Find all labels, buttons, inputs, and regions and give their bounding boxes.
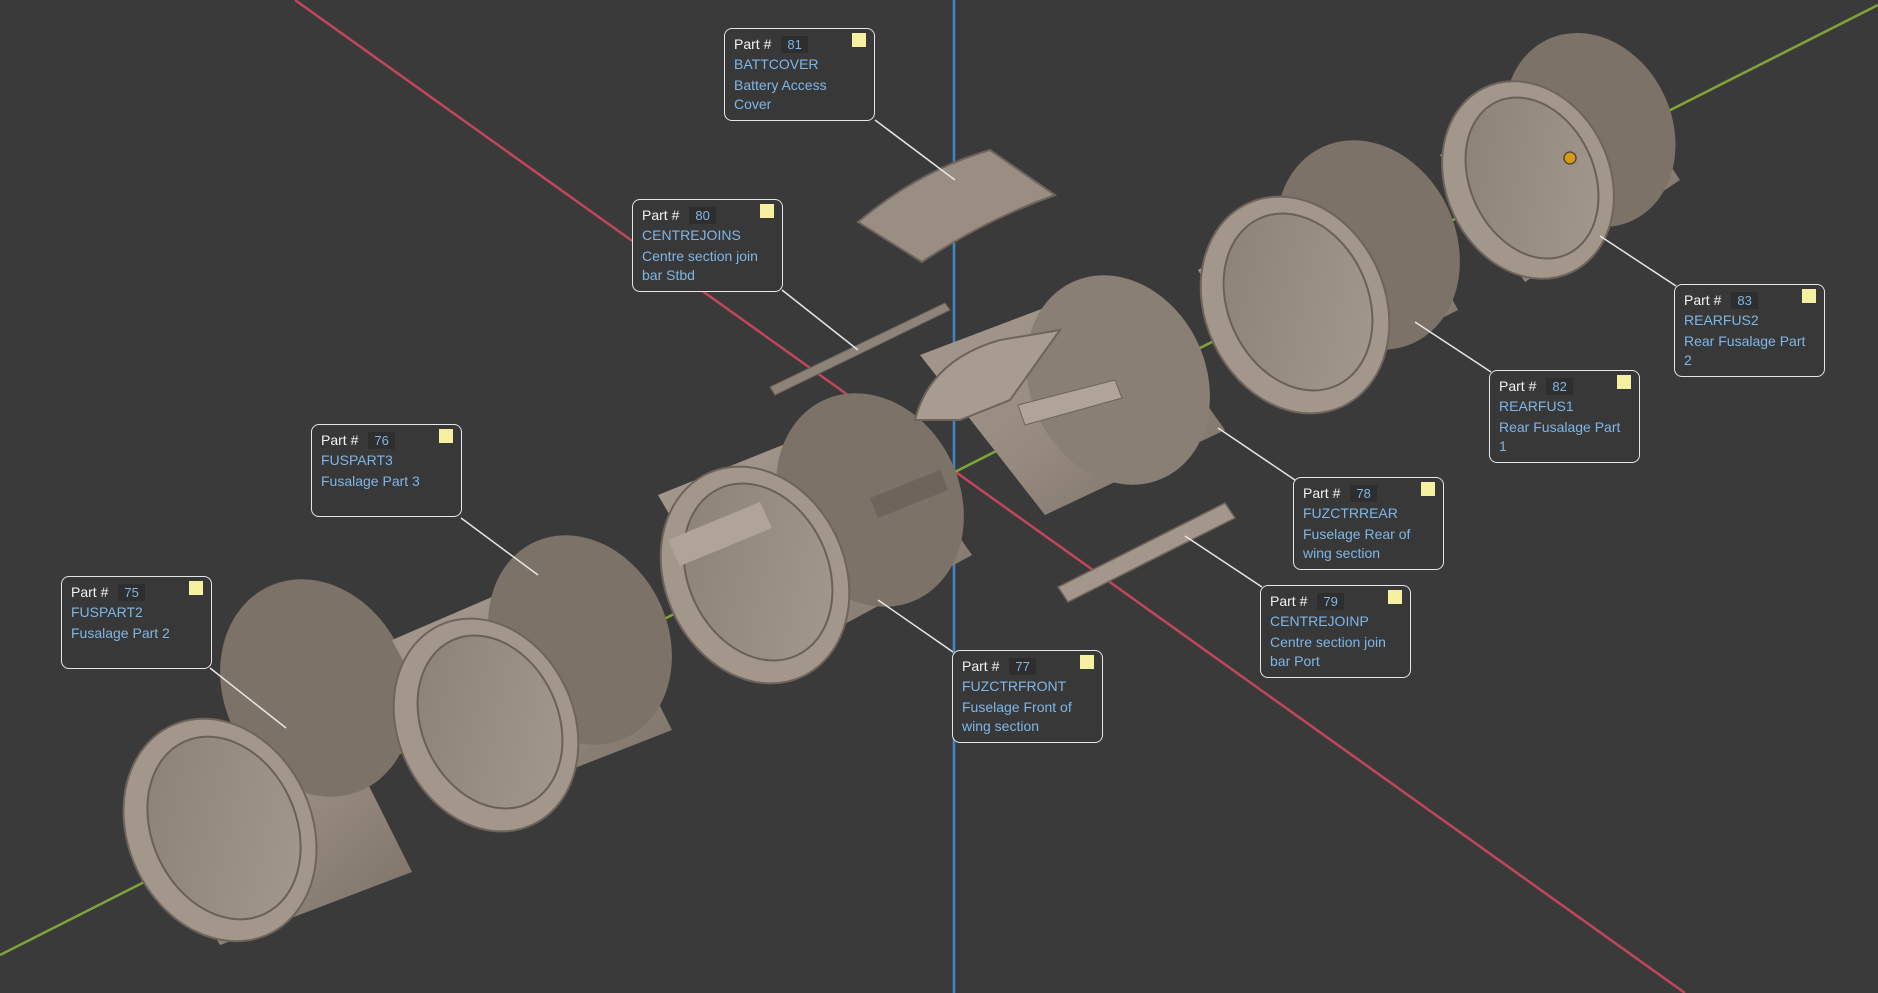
part-number-label: Part # — [1684, 292, 1722, 308]
part-code: FUZCTRREAR — [1303, 505, 1398, 521]
part-label-81[interactable]: Part # 81 BATTCOVER Battery Access Cover — [724, 28, 875, 121]
note-icon — [1617, 375, 1631, 389]
note-icon — [1802, 289, 1816, 303]
part-label-75[interactable]: Part # 75 FUSPART2 Fusalage Part 2 — [61, 576, 212, 669]
part-number: 75 — [118, 584, 145, 601]
part-description: Fuselage Front of wing section — [962, 699, 1072, 734]
scene-canvas[interactable] — [0, 0, 1878, 993]
part-code: FUSPART2 — [71, 604, 143, 620]
part-description: Fusalage Part 2 — [71, 625, 170, 641]
note-icon — [1080, 655, 1094, 669]
part-label-83[interactable]: Part # 83 REARFUS2 Rear Fusalage Part 2 — [1674, 284, 1825, 377]
part-number: 77 — [1009, 658, 1036, 675]
note-icon — [1388, 590, 1402, 604]
part-label-76[interactable]: Part # 76 FUSPART3 Fusalage Part 3 — [311, 424, 462, 517]
part-number-label: Part # — [642, 207, 680, 223]
part-number: 83 — [1731, 292, 1758, 309]
3d-viewport[interactable]: Part #81 BATTCOVER Battery Access Cover … — [0, 0, 1878, 993]
part-number: 80 — [689, 207, 716, 224]
part-label-80[interactable]: Part # 80 CENTREJOINS Centre section join… — [632, 199, 783, 292]
part-code: FUSPART3 — [321, 452, 393, 468]
part-number-label: Part # — [1270, 593, 1308, 609]
part-description: Fusalage Part 3 — [321, 473, 420, 489]
part-centrejoinp[interactable] — [1056, 502, 1237, 603]
note-icon — [760, 204, 774, 218]
part-description: Battery Access Cover — [734, 77, 827, 112]
part-number: 82 — [1546, 378, 1573, 395]
part-number-label: Part # — [1303, 485, 1341, 501]
part-label-78[interactable]: Part # 78 FUZCTRREAR Fuselage Rear of win… — [1293, 477, 1444, 570]
note-icon — [1421, 482, 1435, 496]
note-icon — [852, 33, 866, 47]
part-battcover[interactable] — [856, 148, 1058, 264]
part-code: CENTREJOINP — [1270, 613, 1369, 629]
pivot-point-icon[interactable] — [1563, 151, 1577, 165]
part-fuspart3[interactable] — [360, 505, 706, 862]
part-description: Centre section join bar Stbd — [642, 248, 758, 283]
part-number: 78 — [1350, 485, 1377, 502]
part-label-82[interactable]: Part # 82 REARFUS1 Rear Fusalage Part 1 — [1489, 370, 1640, 463]
part-code: REARFUS2 — [1684, 312, 1759, 328]
part-description: Rear Fusalage Part 2 — [1684, 333, 1806, 368]
part-number-label: Part # — [962, 658, 1000, 674]
part-code: REARFUS1 — [1499, 398, 1574, 414]
part-label-79[interactable]: Part # 79 CENTREJOINP Centre section join… — [1260, 585, 1411, 678]
part-number-label: Part # — [1499, 378, 1537, 394]
part-description: Fuselage Rear of wing section — [1303, 526, 1411, 561]
part-fuzctrrear[interactable] — [913, 245, 1243, 515]
part-code: CENTREJOINS — [642, 227, 741, 243]
part-label-77[interactable]: Part # 77 FUZCTRFRONT Fuselage Front of w… — [952, 650, 1103, 743]
note-icon — [189, 581, 203, 595]
part-number-label: Part # — [321, 432, 359, 448]
part-code: FUZCTRFRONT — [962, 678, 1067, 694]
part-number: 81 — [781, 36, 808, 53]
part-number: 76 — [368, 432, 395, 449]
part-description: Rear Fusalage Part 1 — [1499, 419, 1621, 454]
part-code: BATTCOVER — [734, 56, 819, 72]
part-number-label: Part # — [71, 584, 109, 600]
part-description: Centre section join bar Port — [1270, 634, 1386, 669]
part-number: 79 — [1317, 593, 1344, 610]
note-icon — [439, 429, 453, 443]
part-number-label: Part # — [734, 36, 772, 52]
part-centrejoins[interactable] — [769, 302, 951, 396]
